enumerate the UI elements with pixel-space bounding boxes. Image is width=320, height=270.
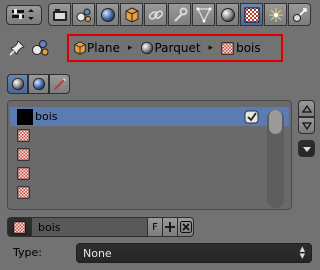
- checker-texture-icon: [17, 148, 30, 161]
- camera-icon: [52, 8, 67, 21]
- context-scene-icon: [30, 38, 50, 58]
- chain-link-icon: [148, 9, 163, 20]
- new-texture-button[interactable]: [163, 217, 178, 237]
- texture-enabled-checkbox[interactable]: [244, 110, 260, 124]
- cube-icon: [125, 6, 138, 23]
- physics-icon: [292, 7, 307, 22]
- triangle-down-icon: [301, 121, 312, 130]
- breadcrumb-item-plane[interactable]: Plane: [73, 36, 120, 60]
- particles-icon: [268, 7, 283, 22]
- texture-slot-row[interactable]: [8, 145, 291, 164]
- material-sphere-icon: [11, 77, 24, 91]
- breadcrumb-arrow-icon: ▸: [127, 43, 133, 53]
- modifiers-tab[interactable]: [168, 3, 191, 26]
- material-tab[interactable]: [216, 3, 239, 26]
- brush-context-button[interactable]: [49, 74, 70, 94]
- constraints-tab[interactable]: [144, 3, 167, 26]
- texture-preview-swatch: [17, 108, 33, 125]
- breadcrumb-label: bois: [236, 41, 261, 55]
- texture-slot-row[interactable]: [8, 183, 291, 202]
- wrench-icon: [173, 7, 187, 22]
- material-context-button[interactable]: [7, 74, 28, 94]
- breadcrumb-item-parquet[interactable]: Parquet: [140, 36, 201, 60]
- texture-datablock: bois F: [7, 217, 194, 237]
- checker-texture-icon: [221, 41, 234, 55]
- checker-texture-icon: [13, 220, 26, 234]
- data-tab[interactable]: [192, 3, 215, 26]
- physics-tab[interactable]: [288, 3, 311, 26]
- breadcrumb: Plane ▸ Parquet ▸ bois: [67, 34, 283, 62]
- texture-slot-row[interactable]: [8, 164, 291, 183]
- texture-name-field[interactable]: bois: [32, 217, 148, 237]
- object-tab[interactable]: [120, 3, 143, 26]
- texture-name-value: bois: [38, 220, 61, 234]
- material-sphere-icon: [141, 41, 154, 55]
- checker-texture-icon: [17, 167, 30, 180]
- texture-slot-label: bois: [35, 110, 58, 123]
- checker-texture-icon: [17, 129, 30, 142]
- move-slot-up-button[interactable]: [298, 100, 315, 117]
- fake-user-button[interactable]: F: [148, 217, 163, 237]
- breadcrumb-label: Plane: [87, 41, 120, 55]
- world-icon: [100, 7, 115, 22]
- fake-user-label: F: [152, 221, 158, 233]
- breadcrumb-label: Parquet: [154, 41, 201, 55]
- checker-texture-icon: [244, 7, 259, 22]
- texture-type-dropdown[interactable]: None ▲ ▼: [76, 243, 312, 263]
- scene-tab[interactable]: [72, 3, 95, 26]
- slot-specials-menu-button[interactable]: [298, 140, 315, 157]
- texture-context-toggles: [7, 74, 70, 94]
- mesh-triangle-icon: [196, 7, 211, 22]
- type-label: Type:: [13, 246, 42, 259]
- breadcrumb-arrow-icon: ▸: [208, 43, 214, 53]
- breadcrumb-item-bois[interactable]: bois: [221, 36, 261, 60]
- texture-slot-row[interactable]: [8, 126, 291, 145]
- particles-tab[interactable]: [264, 3, 287, 26]
- properties-header: [0, 0, 319, 30]
- mesh-cube-icon: [74, 41, 86, 55]
- world-icon: [32, 77, 45, 91]
- scrollbar-thumb[interactable]: [269, 110, 282, 134]
- plus-icon: [165, 222, 175, 232]
- menu-down-icon: [302, 146, 311, 152]
- checker-texture-icon: [17, 186, 30, 199]
- close-icon: [179, 221, 192, 233]
- scene-icon: [76, 8, 91, 22]
- material-sphere-icon: [220, 7, 235, 22]
- texture-type-value: None: [83, 246, 112, 260]
- render-tab[interactable]: [48, 3, 71, 26]
- unlink-texture-button[interactable]: [178, 217, 194, 237]
- dropdown-arrows-icon: ▲ ▼: [299, 245, 305, 260]
- world-context-button[interactable]: [28, 74, 49, 94]
- browse-texture-button[interactable]: [7, 217, 32, 237]
- triangle-up-icon: [301, 104, 312, 113]
- editor-type-button[interactable]: [6, 5, 42, 25]
- properties-editor-icon: [12, 9, 34, 20]
- pin-icon[interactable]: [9, 40, 25, 56]
- brush-icon: [53, 78, 66, 90]
- slot-move-buttons: [298, 100, 315, 134]
- texture-tab[interactable]: [240, 3, 263, 26]
- world-tab[interactable]: [96, 3, 119, 26]
- slot-list-scrollbar[interactable]: [267, 110, 284, 208]
- move-slot-down-button[interactable]: [298, 117, 315, 134]
